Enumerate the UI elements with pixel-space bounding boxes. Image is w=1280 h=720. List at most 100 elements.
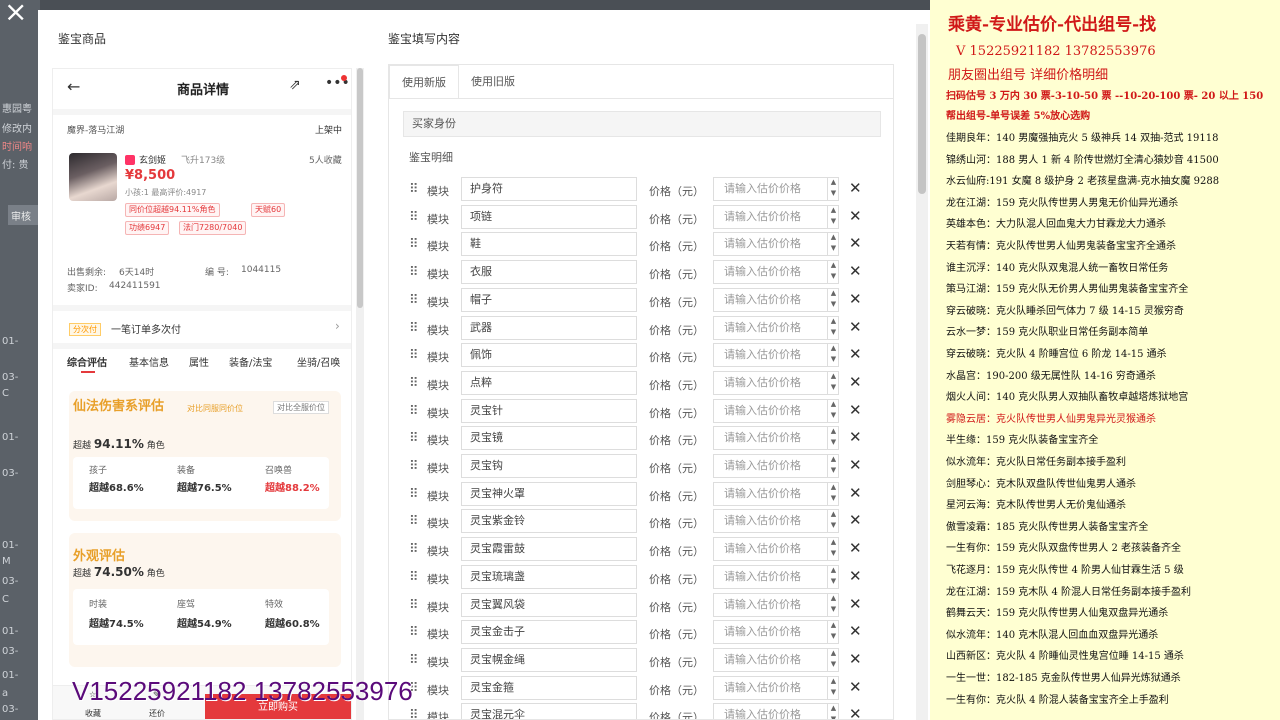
- module-name-input[interactable]: 护身符: [461, 177, 637, 201]
- drag-handle-icon[interactable]: ⠿: [409, 459, 418, 474]
- delete-icon[interactable]: ✕: [849, 539, 862, 557]
- price-input[interactable]: 请输入估价价格: [713, 287, 839, 312]
- stepper-icon[interactable]: ▲ ▼: [827, 592, 839, 617]
- delete-icon[interactable]: ✕: [849, 428, 862, 446]
- stepper-icon[interactable]: ▲ ▼: [827, 398, 839, 423]
- stepper-icon[interactable]: ▲ ▼: [827, 315, 839, 340]
- tab-equipment[interactable]: 装备/法宝: [229, 354, 272, 369]
- drag-handle-icon[interactable]: ⠿: [409, 321, 418, 336]
- module-name-input[interactable]: 灵宝混元伞: [461, 703, 637, 719]
- installment-text[interactable]: 一笔订单多次付: [111, 321, 181, 336]
- delete-icon[interactable]: ✕: [849, 678, 862, 696]
- drag-handle-icon[interactable]: ⠿: [409, 708, 418, 719]
- stepper-icon[interactable]: ▲ ▼: [827, 620, 839, 645]
- drag-handle-icon[interactable]: ⠿: [409, 210, 418, 225]
- module-name-input[interactable]: 灵宝神火罩: [461, 481, 637, 506]
- stepper-icon[interactable]: ▲ ▼: [827, 343, 839, 368]
- delete-icon[interactable]: ✕: [849, 705, 862, 719]
- tab-new-version[interactable]: 使用新版: [389, 65, 459, 99]
- price-input[interactable]: 请输入估价价格: [713, 398, 839, 423]
- stepper-icon[interactable]: ▲ ▼: [827, 537, 839, 562]
- drag-handle-icon[interactable]: ⠿: [409, 514, 418, 529]
- stepper-icon[interactable]: ▲ ▼: [827, 177, 839, 201]
- price-input[interactable]: 请输入估价价格: [713, 703, 839, 719]
- stepper-icon[interactable]: ▲ ▼: [827, 647, 839, 672]
- stepper-icon[interactable]: ▲ ▼: [827, 454, 839, 478]
- drag-handle-icon[interactable]: ⠿: [409, 598, 418, 613]
- drag-handle-icon[interactable]: ⠿: [409, 237, 418, 252]
- price-input[interactable]: 请输入估价价格: [713, 343, 839, 368]
- drag-handle-icon[interactable]: ⠿: [409, 570, 418, 585]
- module-name-input[interactable]: 帽子: [461, 287, 637, 312]
- module-name-input[interactable]: 佩饰: [461, 343, 637, 368]
- close-icon[interactable]: ×: [4, 0, 27, 26]
- module-name-input[interactable]: 灵宝霞雷鼓: [461, 537, 637, 562]
- module-name-input[interactable]: 灵宝镜: [461, 426, 637, 451]
- price-input[interactable]: 请输入估价价格: [713, 564, 839, 589]
- drag-handle-icon[interactable]: ⠿: [409, 404, 418, 419]
- delete-icon[interactable]: ✕: [849, 373, 862, 391]
- delete-icon[interactable]: ✕: [849, 290, 862, 308]
- module-name-input[interactable]: 点粹: [461, 370, 637, 395]
- drag-handle-icon[interactable]: ⠿: [409, 182, 418, 197]
- module-name-input[interactable]: 灵宝幌金绳: [461, 647, 637, 672]
- module-name-input[interactable]: 灵宝琉璃盏: [461, 564, 637, 589]
- delete-icon[interactable]: ✕: [849, 345, 862, 363]
- delete-icon[interactable]: ✕: [849, 207, 862, 225]
- price-input[interactable]: 请输入估价价格: [713, 454, 839, 478]
- delete-icon[interactable]: ✕: [849, 456, 862, 474]
- stepper-icon[interactable]: ▲ ▼: [827, 564, 839, 589]
- price-input[interactable]: 请输入估价价格: [713, 204, 839, 229]
- stepper-icon[interactable]: ▲ ▼: [827, 703, 839, 719]
- module-name-input[interactable]: 项链: [461, 204, 637, 229]
- tab-attributes[interactable]: 属性: [189, 354, 209, 369]
- bargain-label[interactable]: 还价: [149, 708, 165, 719]
- module-name-input[interactable]: 灵宝金击子: [461, 620, 637, 645]
- stepper-icon[interactable]: ▲ ▼: [827, 426, 839, 451]
- price-input[interactable]: 请输入估价价格: [713, 537, 839, 562]
- delete-icon[interactable]: ✕: [849, 401, 862, 419]
- drag-handle-icon[interactable]: ⠿: [409, 348, 418, 363]
- module-name-input[interactable]: 衣服: [461, 260, 637, 285]
- preview-scrollbar[interactable]: [356, 68, 364, 720]
- stepper-icon[interactable]: ▲ ▼: [827, 481, 839, 506]
- drag-handle-icon[interactable]: ⠿: [409, 487, 418, 502]
- form-scrollbar[interactable]: [916, 24, 928, 720]
- module-name-input[interactable]: 灵宝金箍: [461, 675, 637, 700]
- drag-handle-icon[interactable]: ⠿: [409, 293, 418, 308]
- tab-basic[interactable]: 基本信息: [129, 354, 169, 369]
- price-input[interactable]: 请输入估价价格: [713, 315, 839, 340]
- price-input[interactable]: 请输入估价价格: [713, 620, 839, 645]
- module-name-input[interactable]: 灵宝钩: [461, 454, 637, 478]
- stepper-icon[interactable]: ▲ ▼: [827, 370, 839, 395]
- drag-handle-icon[interactable]: ⠿: [409, 625, 418, 640]
- delete-icon[interactable]: ✕: [849, 567, 862, 585]
- drag-handle-icon[interactable]: ⠿: [409, 542, 418, 557]
- drag-handle-icon[interactable]: ⠿: [409, 265, 418, 280]
- module-name-input[interactable]: 鞋: [461, 232, 637, 257]
- stepper-icon[interactable]: ▲ ▼: [827, 204, 839, 229]
- drag-handle-icon[interactable]: ⠿: [409, 653, 418, 668]
- stepper-icon[interactable]: ▲ ▼: [827, 675, 839, 700]
- delete-icon[interactable]: ✕: [849, 484, 862, 502]
- delete-icon[interactable]: ✕: [849, 179, 862, 197]
- delete-icon[interactable]: ✕: [849, 318, 862, 336]
- price-input[interactable]: 请输入估价价格: [713, 481, 839, 506]
- share-icon[interactable]: ⇗: [289, 77, 301, 93]
- price-input[interactable]: 请输入估价价格: [713, 426, 839, 451]
- module-name-input[interactable]: 灵宝紫金铃: [461, 509, 637, 534]
- drag-handle-icon[interactable]: ⠿: [409, 431, 418, 446]
- price-input[interactable]: 请输入估价价格: [713, 509, 839, 534]
- delete-icon[interactable]: ✕: [849, 234, 862, 252]
- price-input[interactable]: 请输入估价价格: [713, 647, 839, 672]
- stepper-icon[interactable]: ▲ ▼: [827, 232, 839, 257]
- compare-all-server[interactable]: 对比全服价位: [273, 401, 329, 414]
- price-input[interactable]: 请输入估价价格: [713, 177, 839, 201]
- price-input[interactable]: 请输入估价价格: [713, 370, 839, 395]
- delete-icon[interactable]: ✕: [849, 595, 862, 613]
- buyer-identity-section[interactable]: 买家身份: [403, 111, 881, 137]
- stepper-icon[interactable]: ▲ ▼: [827, 260, 839, 285]
- price-input[interactable]: 请输入估价价格: [713, 260, 839, 285]
- price-input[interactable]: 请输入估价价格: [713, 675, 839, 700]
- delete-icon[interactable]: ✕: [849, 650, 862, 668]
